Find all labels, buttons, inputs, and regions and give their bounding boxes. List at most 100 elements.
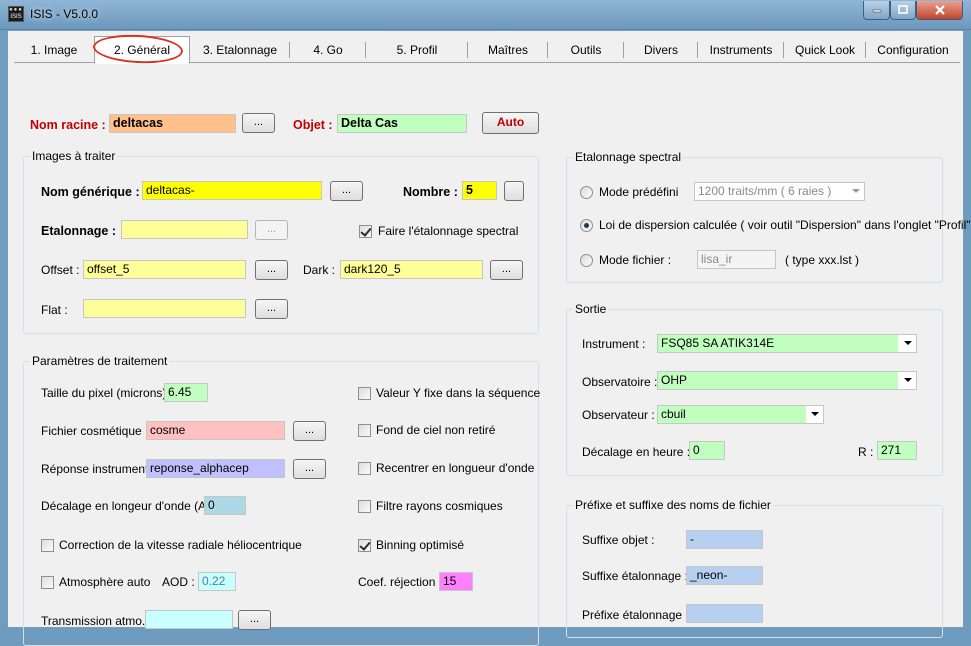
transmission-atmo-field[interactable] [145, 610, 233, 629]
sortie-title: Sortie [573, 302, 609, 316]
reponse-instrument-browse-button[interactable]: ... [293, 459, 326, 479]
minimize-button[interactable] [863, 1, 890, 20]
isis-app-icon[interactable]: ●●● ISIS [8, 6, 24, 22]
mode-fichier-radio[interactable] [580, 254, 593, 267]
parametres-traitement-title: Paramètres de traitement [30, 354, 170, 368]
tab-label: Configuration [877, 43, 949, 57]
minimize-icon [872, 9, 881, 13]
offset-browse-button[interactable]: ... [255, 260, 288, 280]
mode-fichier-label: Mode fichier : [599, 253, 672, 267]
binning-optimise-checkbox[interactable] [358, 539, 371, 552]
observateur-select[interactable]: cbuil [657, 405, 824, 424]
tab-image[interactable]: 1. Image [14, 39, 94, 63]
observateur-label: Observateur : [582, 408, 655, 422]
offset-field[interactable]: offset_5 [83, 260, 246, 279]
atmosphere-auto-label: Atmosphère auto [59, 575, 151, 589]
observatoire-select[interactable]: OHP [657, 371, 917, 390]
tab-general[interactable]: 2. Général [94, 36, 190, 64]
decalage-longueur-onde-field[interactable]: 0 [204, 496, 246, 515]
objet-field[interactable]: Delta Cas [337, 114, 467, 133]
recentrer-checkbox[interactable] [358, 462, 371, 475]
dark-browse-button[interactable]: ... [490, 260, 523, 280]
transmission-atmo-label: Transmission atmo. : [41, 614, 152, 628]
nom-racine-field[interactable]: deltacas [109, 114, 236, 133]
fichier-cosmetique-browse-button[interactable]: ... [293, 421, 326, 441]
taille-pixel-field[interactable]: 6.45 [164, 383, 208, 402]
type-lst-label: ( type xxx.lst ) [785, 253, 860, 267]
tab-profil[interactable]: 5. Profil [366, 39, 468, 63]
faire-etalonnage-checkbox[interactable] [359, 225, 372, 238]
correction-vitesse-checkbox[interactable] [41, 539, 54, 552]
valeur-y-fixe-checkbox[interactable] [358, 387, 371, 400]
nom-generique-browse-button[interactable]: ... [330, 181, 363, 201]
instrument-select[interactable]: FSQ85 SA ATIK314E [657, 334, 917, 353]
filtre-cosmiques-checkbox[interactable] [358, 500, 371, 513]
chevron-down-icon [852, 189, 860, 193]
tab-instruments[interactable]: Instruments [698, 39, 784, 63]
nom-generique-field[interactable]: deltacas- [142, 181, 322, 200]
aod-label: AOD : [162, 575, 195, 589]
dark-label: Dark : [303, 263, 336, 277]
nombre-button[interactable] [504, 181, 524, 201]
tab-maitres[interactable]: Maîtres [468, 39, 548, 63]
tab-outils[interactable]: Outils [548, 39, 624, 63]
mode-fichier-field[interactable]: lisa_ir [697, 250, 776, 269]
etalonnage-field[interactable] [121, 220, 248, 239]
valeur-y-fixe-label: Valeur Y fixe dans la séquence [376, 386, 541, 400]
loi-dispersion-radio[interactable] [580, 219, 593, 232]
fond-ciel-label: Fond de ciel non retiré [376, 423, 496, 437]
flat-browse-button[interactable]: ... [255, 299, 288, 319]
instrument-label: Instrument : [582, 337, 646, 351]
maximize-button[interactable] [890, 1, 916, 20]
tab-label: Quick Look [794, 43, 856, 57]
title-bar[interactable]: ●●● ISIS ISIS - V5.0.0 [0, 0, 971, 30]
decalage-heure-field[interactable]: 0 [689, 441, 725, 460]
suffixe-etalonnage-field[interactable]: _neon- [686, 566, 763, 585]
atmosphere-auto-checkbox[interactable] [41, 576, 54, 589]
nom-racine-label: Nom racine : [30, 118, 106, 132]
prefixe-etalonnage-field[interactable] [686, 604, 763, 623]
binning-optimise-label: Binning optimisé [376, 538, 465, 552]
mode-predefini-value: 1200 traits/mm ( 6 raies ) [698, 184, 832, 198]
auto-button[interactable]: Auto [482, 112, 539, 134]
observatoire-value: OHP [658, 372, 898, 389]
suffixe-objet-label: Suffixe objet : [582, 533, 655, 547]
etalonnage-browse-button[interactable]: ... [255, 220, 288, 240]
nombre-label: Nombre : [403, 185, 458, 199]
mode-predefini-select[interactable]: 1200 traits/mm ( 6 raies ) [694, 182, 865, 201]
nombre-field[interactable]: 5 [462, 181, 497, 200]
coef-rejection-label: Coef. réjection : [358, 575, 443, 589]
instrument-value: FSQ85 SA ATIK314E [658, 335, 898, 352]
correction-vitesse-label: Correction de la vitesse radiale hélioce… [59, 538, 302, 552]
dark-field[interactable]: dark120_5 [340, 260, 483, 279]
suffixe-objet-field[interactable]: - [686, 530, 763, 549]
tab-configuration[interactable]: Configuration [866, 39, 960, 63]
tab-etalonnage[interactable]: 3. Etalonnage [190, 39, 290, 63]
tab-go[interactable]: 4. Go [290, 39, 366, 63]
flat-field[interactable] [83, 299, 246, 318]
tab-label: 3. Etalonnage [202, 43, 278, 57]
close-button[interactable] [916, 1, 963, 20]
mode-predefini-radio[interactable] [580, 186, 593, 199]
tab-label: 2. Général [113, 43, 171, 57]
chevron-down-icon [811, 412, 819, 416]
nom-racine-browse-button[interactable]: ... [242, 113, 275, 133]
tab-strip: 1. Image 2. Général 3. Etalonnage 4. Go … [14, 35, 960, 64]
nom-generique-label: Nom générique : [41, 185, 140, 199]
reponse-instrument-label: Réponse instrument : [41, 462, 156, 476]
fichier-cosmetique-label: Fichier cosmétique : [41, 424, 149, 438]
transmission-atmo-browse-button[interactable]: ... [238, 610, 271, 630]
aod-field[interactable]: 0.22 [198, 572, 236, 591]
tab-divers[interactable]: Divers [624, 39, 698, 63]
reponse-instrument-field[interactable]: reponse_alphacep [146, 459, 285, 478]
tab-quick-look[interactable]: Quick Look [784, 39, 866, 63]
fichier-cosmetique-field[interactable]: cosme [146, 421, 285, 440]
chevron-down-icon [904, 378, 912, 382]
etalonnage-spectral-title: Etalonnage spectral [573, 150, 684, 164]
fond-ciel-checkbox[interactable] [358, 424, 371, 437]
decalage-heure-label: Décalage en heure : [582, 445, 691, 459]
window-title: ISIS - V5.0.0 [30, 7, 99, 21]
coef-rejection-field[interactable]: 15 [439, 572, 473, 591]
r-label: R : [858, 445, 874, 459]
r-field[interactable]: 271 [877, 441, 917, 460]
